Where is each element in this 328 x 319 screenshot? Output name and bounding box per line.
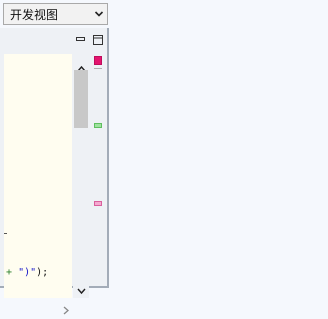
code-editor-area[interactable]: + ")"); <box>4 54 72 298</box>
horizontal-scrollbar[interactable] <box>4 298 72 315</box>
code-string: ")" <box>18 267 37 278</box>
view-selector-dropdown[interactable]: 开发视图 <box>3 3 108 25</box>
error-marker[interactable] <box>94 56 102 65</box>
scrollbar-thumb[interactable] <box>74 70 88 128</box>
change-marker[interactable] <box>94 123 102 128</box>
warning-marker[interactable] <box>94 201 102 206</box>
code-fragment <box>4 233 7 234</box>
code-line: + ")"); <box>6 267 48 278</box>
restore-icon[interactable] <box>92 31 104 45</box>
scroll-down-icon[interactable] <box>77 280 86 299</box>
chevron-down-icon <box>94 9 104 19</box>
code-operator: + <box>6 267 13 278</box>
panel-header <box>0 28 107 48</box>
overview-ruler <box>92 48 106 288</box>
ruler-divider <box>94 68 102 69</box>
minimize-icon[interactable] <box>75 31 87 43</box>
code-editor-panel: + ")"); <box>0 28 109 315</box>
view-selector-value: 开发视图 <box>10 7 59 22</box>
code-tail: ); <box>36 267 49 278</box>
scroll-right-icon[interactable] <box>62 300 70 319</box>
vertical-scrollbar[interactable] <box>73 54 89 298</box>
